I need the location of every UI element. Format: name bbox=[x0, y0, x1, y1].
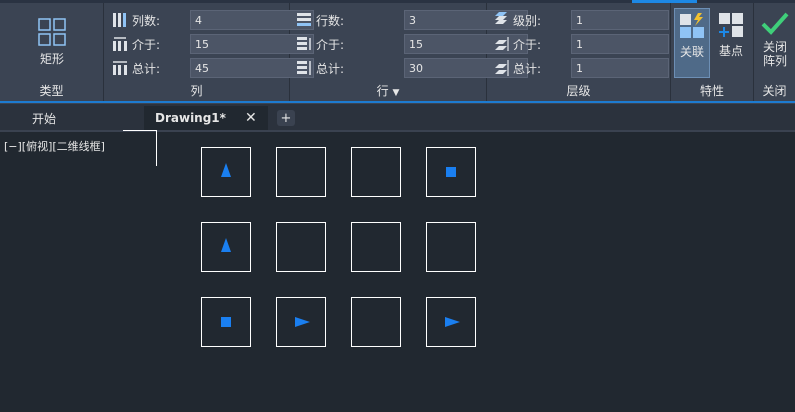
column-spacing-label: 介于: bbox=[132, 37, 161, 52]
level-total-row: 总计: bbox=[493, 57, 669, 79]
ribbon-divider bbox=[0, 101, 795, 103]
level-panel-title: 层级 bbox=[566, 84, 591, 98]
level-total-input[interactable] bbox=[571, 58, 669, 78]
close-array-label-line1: 关闭 bbox=[762, 40, 787, 54]
array-cell[interactable] bbox=[201, 147, 251, 197]
tab-drawing1-label: Drawing1* bbox=[155, 111, 226, 125]
chevron-down-icon: ▼ bbox=[392, 88, 400, 98]
array-cell[interactable] bbox=[276, 147, 326, 197]
base-point-button[interactable]: 基点 bbox=[713, 8, 749, 59]
base-point-icon bbox=[719, 13, 743, 37]
plus-icon: + bbox=[277, 110, 295, 126]
tab-drawing1[interactable]: Drawing1* ✕ bbox=[144, 106, 268, 130]
row-panel-title-button[interactable]: 行 ▼ bbox=[290, 82, 486, 99]
square-icon bbox=[221, 317, 231, 327]
tab-start-label: 开始 bbox=[32, 111, 57, 126]
array-cell[interactable] bbox=[351, 147, 401, 197]
level-spacing-row: 介于: bbox=[493, 33, 669, 55]
array-cell[interactable] bbox=[201, 297, 251, 347]
close-array-button[interactable]: 关闭 阵列 bbox=[756, 11, 794, 68]
array-cell[interactable] bbox=[351, 297, 401, 347]
triangle-right-icon bbox=[445, 317, 460, 327]
column-panel-title: 列 bbox=[190, 84, 203, 98]
row-total-icon bbox=[297, 61, 311, 75]
level-spacing-input[interactable] bbox=[571, 34, 669, 54]
triangle-up-icon bbox=[221, 163, 231, 177]
array-cell[interactable] bbox=[201, 222, 251, 272]
close-tab-icon[interactable]: ✕ bbox=[245, 110, 257, 126]
column-spacing-row: 介于: bbox=[112, 33, 314, 55]
level-total-label: 总计: bbox=[513, 61, 542, 76]
array-cell[interactable] bbox=[426, 222, 476, 272]
square-icon bbox=[446, 167, 456, 177]
level-count-icon bbox=[495, 12, 507, 24]
column-spacing-icon bbox=[113, 37, 127, 51]
viewport-controls-label[interactable]: [−][俯视][二维线框] bbox=[4, 138, 105, 154]
column-total-icon bbox=[113, 61, 127, 75]
level-spacing-label: 介于: bbox=[513, 37, 542, 52]
cursor-crosshair-horizontal bbox=[123, 130, 157, 131]
properties-panel-title: 特性 bbox=[699, 84, 724, 98]
close-array-label-line2: 阵列 bbox=[762, 54, 787, 68]
level-count-label: 级别: bbox=[513, 13, 542, 28]
properties-panel: 关联 基点 特性 bbox=[671, 3, 754, 101]
column-panel: 列数: 介于: 总计: 列 bbox=[104, 3, 314, 101]
associative-label: 关联 bbox=[679, 45, 704, 59]
close-panel-title: 关闭 bbox=[762, 84, 787, 98]
level-count-input[interactable] bbox=[571, 10, 669, 30]
type-panel-title: 类型 bbox=[39, 84, 64, 98]
array-cell[interactable] bbox=[426, 297, 476, 347]
close-panel: 关闭 阵列 关闭 bbox=[754, 3, 795, 101]
row-panel-title: 行 bbox=[376, 84, 389, 98]
rectangular-array-icon bbox=[38, 18, 66, 46]
level-panel: 级别: 介于: 总计: 层级 bbox=[487, 3, 671, 101]
level-total-icon bbox=[495, 60, 509, 76]
checkmark-icon bbox=[761, 12, 789, 35]
array-cell[interactable] bbox=[351, 222, 401, 272]
array-cell[interactable] bbox=[426, 147, 476, 197]
new-tab-button[interactable]: + bbox=[276, 106, 296, 130]
array-cell[interactable] bbox=[276, 222, 326, 272]
column-count-icon bbox=[113, 13, 126, 27]
row-spacing-label: 介于: bbox=[316, 37, 345, 52]
tab-start[interactable]: 开始 bbox=[12, 106, 132, 130]
type-panel: 矩形 类型 bbox=[0, 3, 104, 101]
column-count-label: 列数: bbox=[132, 13, 161, 28]
level-spacing-icon bbox=[495, 37, 509, 51]
associative-icon bbox=[680, 13, 704, 38]
rectangular-array-label: 矩形 bbox=[39, 52, 64, 66]
column-total-row: 总计: bbox=[112, 57, 314, 79]
column-count-row: 列数: bbox=[112, 9, 314, 31]
row-count-icon bbox=[297, 13, 311, 26]
level-count-row: 级别: bbox=[493, 9, 669, 31]
triangle-right-icon bbox=[295, 317, 310, 327]
triangle-up-icon bbox=[221, 238, 231, 252]
row-total-label: 总计: bbox=[316, 61, 345, 76]
row-spacing-icon bbox=[297, 37, 311, 50]
row-panel: 行数: 介于: 总计: 行 ▼ bbox=[290, 3, 528, 101]
column-total-label: 总计: bbox=[132, 61, 161, 76]
array-cell[interactable] bbox=[276, 297, 326, 347]
cursor-crosshair-vertical bbox=[156, 130, 157, 166]
associative-button[interactable]: 关联 bbox=[674, 8, 710, 78]
base-point-label: 基点 bbox=[718, 44, 743, 58]
row-count-label: 行数: bbox=[316, 13, 345, 28]
rectangular-array-button[interactable]: 矩形 bbox=[30, 17, 74, 67]
